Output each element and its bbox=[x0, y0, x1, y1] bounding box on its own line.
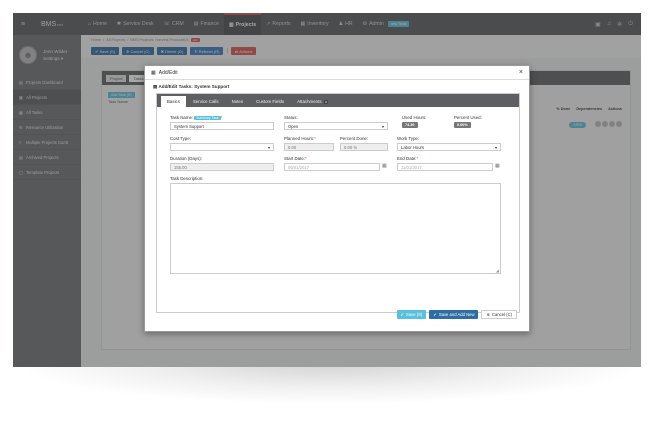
save-button[interactable]: ✔ Save (S) bbox=[396, 310, 427, 319]
cost-type-label: Cost Type: bbox=[170, 136, 191, 141]
start-date-field[interactable]: 06/01/2017 bbox=[284, 163, 380, 171]
percent-used-value: 0.00% bbox=[454, 122, 471, 128]
tab-basics[interactable]: Basics bbox=[161, 96, 186, 107]
task-name-field[interactable]: System Support bbox=[170, 122, 274, 130]
percent-used-label: Percent Used: bbox=[454, 115, 482, 120]
planned-hours-label: Planned Hours:* bbox=[284, 136, 316, 141]
end-date-calendar-icon[interactable]: ▦ bbox=[495, 163, 500, 169]
used-hours-value: 74.30 bbox=[402, 122, 418, 128]
start-date-label: Start Date:* bbox=[284, 156, 307, 161]
screen-shadow bbox=[30, 362, 630, 402]
task-form-container: Basics Service Calls Notes Custom Fields… bbox=[156, 93, 520, 313]
cancel-icon: ✲ bbox=[486, 312, 490, 317]
modal-footer: ✔ Save (S) ✔ Save and Add New ✲ Cancel (C) bbox=[396, 310, 517, 319]
end-date-label: End Date:* bbox=[397, 156, 419, 161]
modal-title: Add/Edit bbox=[158, 69, 178, 76]
percent-done-field[interactable]: 0.00 % bbox=[340, 143, 388, 151]
status-label: Status: bbox=[284, 115, 298, 120]
basics-form: Task Name: Summary Task * System Support S… bbox=[157, 107, 519, 312]
task-description-textarea[interactable]: ◢ bbox=[170, 183, 501, 274]
chevron-down-icon: ▾ bbox=[267, 144, 270, 150]
resize-grip-icon[interactable]: ◢ bbox=[496, 268, 499, 273]
work-type-select[interactable]: Labor Hours ▾ bbox=[397, 143, 501, 151]
app-screen: ≡ BMS.net ⌂ Home ✱ Service Desk ☏ CRM ▤ Fina… bbox=[13, 13, 641, 367]
save-and-add-new-button[interactable]: ✔ Save and Add New bbox=[429, 310, 479, 319]
summary-task-tag: Summary Task bbox=[194, 116, 221, 120]
tab-service-calls[interactable]: Service Calls bbox=[187, 96, 225, 107]
end-date-field[interactable]: 11/01/2017 bbox=[397, 163, 493, 171]
cancel-button[interactable]: ✲ Cancel (C) bbox=[481, 310, 517, 319]
tab-attachments[interactable]: Attachments 0 bbox=[291, 96, 334, 107]
tab-notes[interactable]: Notes bbox=[226, 96, 249, 107]
start-date-calendar-icon[interactable]: ▦ bbox=[382, 163, 387, 169]
check-icon: ✔ bbox=[433, 312, 437, 317]
status-select[interactable]: Open ▾ bbox=[284, 122, 388, 130]
check-icon: ✔ bbox=[400, 312, 405, 317]
duration-field[interactable]: 155.00 bbox=[170, 163, 274, 171]
modal-tabs: Basics Service Calls Notes Custom Fields… bbox=[157, 94, 519, 107]
task-description-label: Task Description: bbox=[170, 176, 204, 181]
add-edit-modal: ▦ Add/Edit × ▤ Add/Edit Tasks: System Su… bbox=[144, 65, 530, 332]
tab-custom-fields[interactable]: Custom Fields bbox=[250, 96, 290, 107]
work-type-label: Work Type: bbox=[397, 136, 420, 141]
task-name-label: Task Name: Summary Task * bbox=[170, 115, 223, 120]
attachments-count-badge: 0 bbox=[323, 100, 329, 104]
used-hours-label: Used Hours: bbox=[402, 115, 427, 120]
section-title: ▤ Add/Edit Tasks: System Support bbox=[153, 84, 230, 89]
planned-hours-field[interactable]: 0.00 bbox=[284, 143, 334, 151]
close-icon[interactable]: × bbox=[519, 69, 523, 76]
percent-done-label: Percent Done: bbox=[340, 136, 369, 141]
cost-type-select[interactable]: ▾ bbox=[170, 143, 274, 151]
modal-header: ▦ Add/Edit × bbox=[145, 66, 529, 80]
duration-label: Duration (Days): bbox=[170, 156, 202, 161]
calendar-icon: ▦ bbox=[151, 69, 156, 76]
chevron-down-icon: ▾ bbox=[494, 144, 497, 150]
chevron-down-icon: ▾ bbox=[381, 123, 384, 129]
